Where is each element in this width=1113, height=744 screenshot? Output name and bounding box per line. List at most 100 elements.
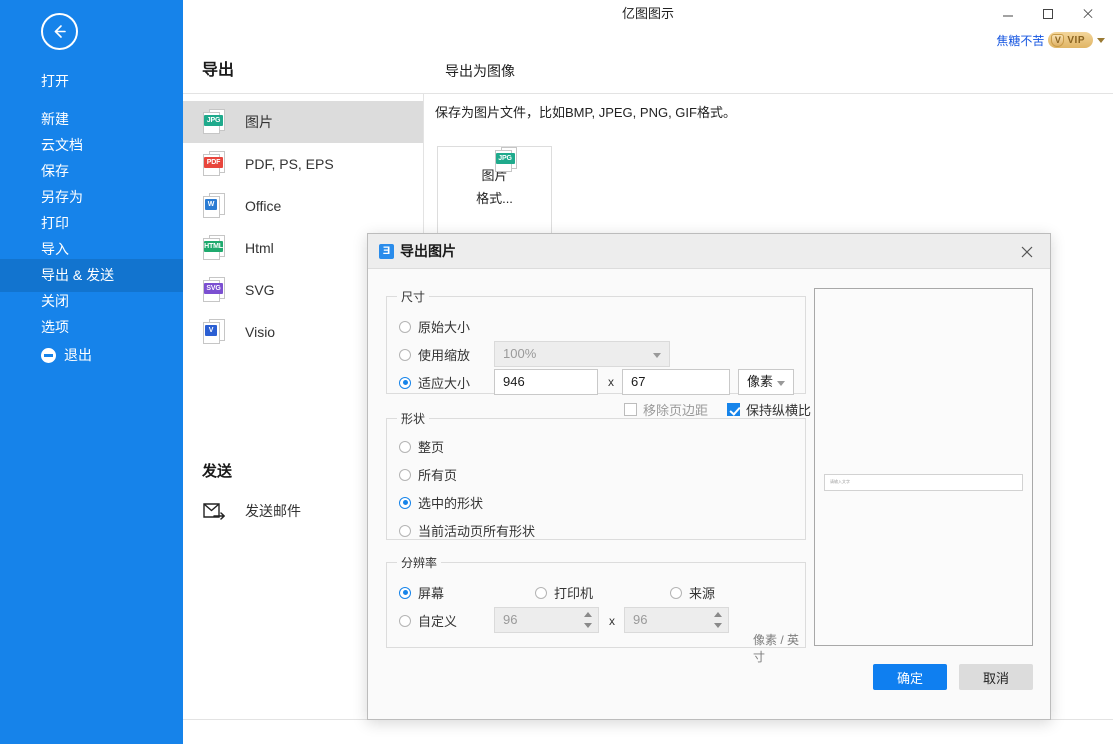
window-titlebar: 亿图图示: [183, 0, 1113, 27]
radio-indicator: [399, 441, 411, 453]
radio-custom-dpi[interactable]: 自定义: [399, 611, 457, 630]
sidebar-item-label: 打印: [41, 215, 69, 231]
stepper-arrows-icon[interactable]: [584, 611, 593, 629]
shape-group: 形状 整页 所有页 选中的形状 当前活动页所有形状: [386, 410, 806, 540]
account-vip-menu[interactable]: 焦糖不苦 V VIP: [996, 31, 1105, 49]
export-type-image[interactable]: JPG 图片: [183, 101, 423, 143]
size-group: 尺寸 原始大小 使用缩放 100% 适应大小 946 x 67 像素 移除页边距: [386, 288, 806, 394]
radio-label: 选中的形状: [418, 493, 483, 512]
radio-printer-dpi[interactable]: 打印机: [535, 583, 593, 602]
radio-indicator: [399, 469, 411, 481]
height-input[interactable]: 67: [622, 369, 730, 395]
preview-shape-text: 请输入文字: [830, 479, 850, 485]
dpi-y-value: 96: [633, 608, 647, 632]
export-type-label: 图片: [245, 112, 273, 132]
export-type-label: Visio: [245, 324, 275, 340]
radio-indicator: [535, 587, 547, 599]
sidebar-item-open[interactable]: 打开: [0, 65, 183, 98]
dialog-titlebar: Ǝ 导出图片: [368, 234, 1050, 269]
radio-label: 使用缩放: [418, 345, 470, 364]
cancel-button[interactable]: 取消: [959, 664, 1033, 690]
unit-value: 像素: [747, 374, 773, 389]
sidebar-item-label: 新建: [41, 111, 69, 127]
radio-active-page-all-shapes[interactable]: 当前活动页所有形状: [399, 521, 535, 540]
radio-label: 打印机: [554, 583, 593, 602]
export-type-office[interactable]: W Office: [183, 185, 423, 227]
visio-file-icon: V: [203, 319, 225, 345]
dpi-x-stepper[interactable]: 96: [494, 607, 599, 633]
chevron-down-icon: [777, 381, 785, 386]
shape-group-legend: 形状: [397, 410, 429, 427]
export-type-pdf[interactable]: PDF PDF, PS, EPS: [183, 143, 423, 185]
export-title: 导出: [202, 55, 234, 87]
radio-indicator: [399, 497, 411, 509]
sidebar-item-label: 导出 & 发送: [41, 267, 114, 283]
chevron-down-icon[interactable]: [1097, 38, 1105, 43]
page-title: 亿图图示: [183, 0, 1113, 27]
dpi-y-stepper[interactable]: 96: [624, 607, 729, 633]
sidebar-item-label: 关闭: [41, 293, 69, 309]
resolution-group-legend: 分辨率: [397, 554, 441, 571]
width-input[interactable]: 946: [494, 369, 598, 395]
radio-indicator: [399, 587, 411, 599]
radio-selected-shapes[interactable]: 选中的形状: [399, 493, 483, 512]
sidebar-item-label: 另存为: [41, 189, 83, 205]
send-section-title: 发送: [202, 460, 232, 481]
sidebar: 打开 新建 云文档 保存 另存为 打印 导入 导出 & 发送 关闭 选项 退出: [0, 0, 183, 744]
radio-whole-page[interactable]: 整页: [399, 437, 444, 456]
size-group-legend: 尺寸: [397, 288, 429, 305]
dialog-title: 导出图片: [400, 234, 456, 269]
dialog-close-button[interactable]: [1004, 234, 1050, 268]
radio-use-scale[interactable]: 使用缩放: [399, 345, 470, 364]
radio-indicator: [670, 587, 682, 599]
vip-shield-icon: V: [1051, 34, 1064, 47]
html-file-icon: HTML: [203, 235, 225, 261]
radio-indicator: [399, 525, 411, 537]
unit-dropdown[interactable]: 像素: [738, 369, 794, 395]
image-format-card-line2: 格式...: [438, 188, 551, 207]
export-image-dialog: Ǝ 导出图片 尺寸 原始大小 使用缩放 100% 适应大小 946 x 67: [367, 233, 1051, 720]
radio-indicator: [399, 349, 411, 361]
export-header: 导出 导出为图像: [183, 55, 1113, 94]
radio-indicator: [399, 615, 411, 627]
scale-dropdown[interactable]: 100%: [494, 341, 670, 367]
radio-all-pages[interactable]: 所有页: [399, 465, 457, 484]
pdf-file-icon: PDF: [203, 151, 225, 177]
sidebar-item-exit[interactable]: 退出: [0, 339, 183, 372]
export-preview: 请输入文字: [814, 288, 1033, 646]
close-button[interactable]: [1068, 0, 1108, 27]
maximize-button[interactable]: [1028, 0, 1068, 27]
dpi-x-separator: x: [609, 614, 615, 628]
radio-fit-size[interactable]: 适应大小: [399, 373, 470, 392]
dpi-x-value: 96: [503, 608, 517, 632]
sidebar-item-label: 保存: [41, 163, 69, 179]
export-type-label: Html: [245, 240, 274, 256]
sidebar-item-label: 打开: [41, 73, 69, 89]
svg-file-icon: SVG: [203, 277, 225, 303]
minimize-button[interactable]: [988, 0, 1028, 27]
export-type-label: PDF, PS, EPS: [245, 156, 334, 172]
radio-label: 所有页: [418, 465, 457, 484]
radio-indicator: [399, 377, 411, 389]
radio-indicator: [399, 321, 411, 333]
radio-source-dpi[interactable]: 来源: [670, 583, 715, 602]
radio-screen-dpi[interactable]: 屏幕: [399, 583, 444, 602]
mail-forward-icon: [203, 502, 227, 520]
sidebar-item-label: 云文档: [41, 137, 83, 153]
word-file-icon: W: [203, 193, 225, 219]
sidebar-item-label: 退出: [64, 339, 92, 372]
chevron-down-icon: [653, 353, 661, 358]
radio-label: 整页: [418, 437, 444, 456]
jpg-file-icon: JPG: [203, 109, 225, 135]
size-x-separator: x: [608, 375, 614, 389]
back-button[interactable]: [41, 13, 78, 50]
stepper-arrows-icon[interactable]: [714, 611, 723, 629]
radio-original-size[interactable]: 原始大小: [399, 317, 470, 336]
vip-badge[interactable]: V VIP: [1048, 32, 1093, 48]
scale-value: 100%: [503, 346, 536, 361]
radio-label: 适应大小: [418, 373, 470, 392]
export-type-label: SVG: [245, 282, 275, 298]
vip-label: VIP: [1067, 35, 1085, 46]
ok-button[interactable]: 确定: [873, 664, 947, 690]
export-type-label: Office: [245, 198, 281, 214]
